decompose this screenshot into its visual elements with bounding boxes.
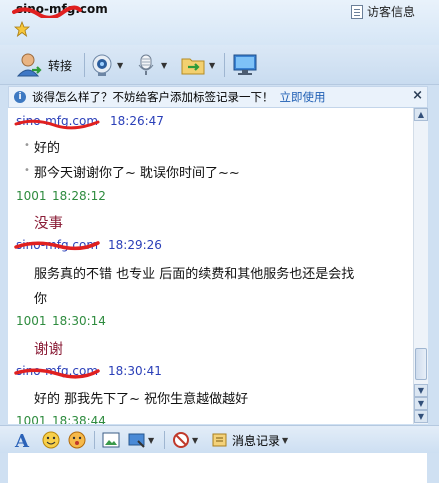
message-log-button[interactable]: 消息记录 ▼ xyxy=(212,430,288,450)
image-icon xyxy=(102,432,120,448)
chat-header: sino-mfg.com 访客信息 xyxy=(0,0,439,45)
toolbar-divider xyxy=(224,53,225,77)
message-log-icon xyxy=(212,433,227,447)
message-time: 18:38:44 xyxy=(52,414,106,424)
message-text: 好的 xyxy=(34,141,61,156)
redaction-scribble xyxy=(14,119,100,130)
message-text: 好的 那我先下了~ 祝你生意越做越好 xyxy=(34,392,249,407)
message-sender: 1001 xyxy=(16,414,47,424)
toolbar-divider xyxy=(94,431,95,449)
message-text: 没事 xyxy=(34,216,63,232)
message-time: 18:26:47 xyxy=(110,114,164,128)
custom-emoji-button[interactable] xyxy=(68,430,86,450)
scroll-end-icon[interactable]: ▼ xyxy=(414,410,428,423)
send-file-button[interactable]: ▼ xyxy=(180,51,215,79)
chevron-down-icon[interactable]: ▼ xyxy=(117,61,123,70)
info-icon: i xyxy=(14,91,26,103)
redaction-scribble xyxy=(14,368,100,379)
transfer-label: 转接 xyxy=(48,58,73,73)
chevron-down-icon[interactable]: ▼ xyxy=(161,61,167,70)
bullet-dot: • xyxy=(24,165,30,176)
visitor-info-button[interactable]: 访客信息 xyxy=(350,3,415,20)
scroll-down-icon[interactable]: ▼ xyxy=(414,384,428,397)
smiley-icon xyxy=(42,431,60,449)
microphone-icon xyxy=(138,54,154,75)
use-now-link[interactable]: 立即使用 xyxy=(280,89,326,105)
input-toolbar: A ▼ ▼ 消息记录 ▼ xyxy=(0,425,439,453)
visitor-info-label: 访客信息 xyxy=(366,5,415,19)
redaction-scribble xyxy=(12,5,82,18)
svg-text:A: A xyxy=(14,431,30,449)
message-time: 18:30:41 xyxy=(108,364,162,378)
notice-text: 谈得怎么样了？不妨给客户添加标签记录一下！ xyxy=(32,90,274,104)
message-sender: 1001 xyxy=(16,314,47,328)
screenshot-button[interactable]: ▼ xyxy=(128,430,154,450)
message-text: 那今天谢谢你了~ 耽误你时间了~~ xyxy=(34,166,240,181)
scroll-up-icon[interactable]: ▲ xyxy=(414,108,428,121)
chevron-down-icon[interactable]: ▼ xyxy=(148,436,154,445)
emoji-button[interactable] xyxy=(42,430,60,450)
folder-transfer-icon xyxy=(181,58,205,75)
message-text: 服务真的不错 也专业 后面的续费和其他服务也还是会找 xyxy=(34,267,355,282)
font-button[interactable]: A xyxy=(14,430,32,450)
shake-button[interactable]: ▼ xyxy=(172,430,198,450)
document-icon xyxy=(350,4,363,19)
monitor-icon xyxy=(233,54,257,75)
chevron-down-icon[interactable]: ▼ xyxy=(282,436,288,445)
chat-scrollbar[interactable]: ▲ ▼ ▼ ▼ xyxy=(413,108,428,424)
close-icon[interactable]: × xyxy=(412,88,423,103)
star-icon[interactable] xyxy=(14,21,30,37)
bullet-dot: • xyxy=(24,140,30,151)
toolbar-divider xyxy=(164,431,165,449)
message-text: 谢谢 xyxy=(34,342,63,358)
scroll-thumb[interactable] xyxy=(415,348,427,380)
message-input[interactable] xyxy=(8,453,427,483)
action-toolbar: 转接 ▼ ▼ ▼ xyxy=(0,45,439,85)
message-time: 18:30:14 xyxy=(52,314,106,328)
transfer-button[interactable]: 转接 xyxy=(16,51,72,79)
toolbar-divider xyxy=(84,53,85,77)
font-icon: A xyxy=(14,431,30,449)
transfer-user-icon xyxy=(16,53,42,77)
chevron-down-icon[interactable]: ▼ xyxy=(209,61,215,70)
voice-button[interactable]: ▼ xyxy=(134,51,167,79)
block-icon xyxy=(173,432,189,448)
chevron-down-icon[interactable]: ▼ xyxy=(192,436,198,445)
message-log-label: 消息记录 xyxy=(232,433,281,448)
page-down-icon[interactable]: ▼ xyxy=(414,397,428,410)
tip-notice-bar: i 谈得怎么样了？不妨给客户添加标签记录一下！ 立即使用 × xyxy=(8,86,428,108)
send-image-button[interactable] xyxy=(102,430,120,450)
webcam-icon xyxy=(92,54,112,76)
video-button[interactable]: ▼ xyxy=(90,51,123,79)
remote-desktop-button[interactable] xyxy=(232,51,258,79)
message-text: 你 xyxy=(34,292,48,307)
message-time: 18:28:12 xyxy=(52,189,106,203)
screenshot-icon xyxy=(128,433,145,448)
message-time: 18:29:26 xyxy=(108,238,162,252)
redaction-scribble xyxy=(14,241,100,251)
chat-log[interactable]: sino-mfg.com 18:26:47 • 好的 • 那今天谢谢你了~ 耽误… xyxy=(8,108,413,424)
emoji-face-icon xyxy=(68,431,86,449)
message-sender: 1001 xyxy=(16,189,47,203)
